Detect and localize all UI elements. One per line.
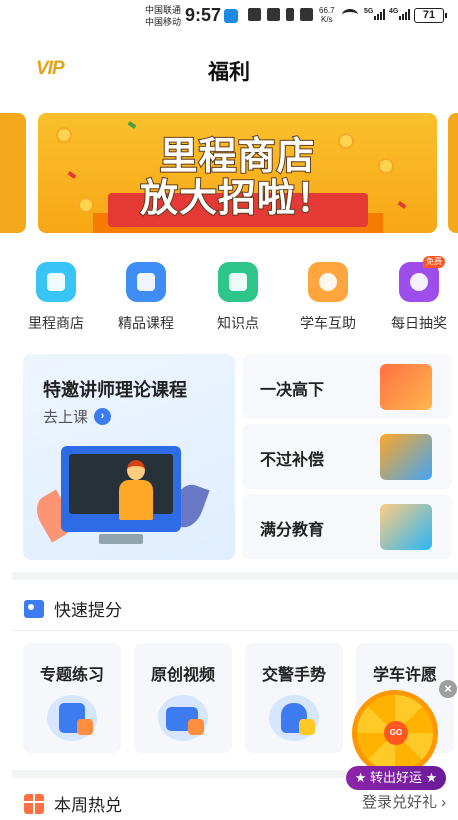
wheel-go-button[interactable]: GO bbox=[384, 721, 408, 745]
status-time: 9:57 bbox=[185, 5, 222, 25]
lucky-wheel-widget[interactable]: GO bbox=[352, 690, 438, 776]
practice-topic[interactable]: 专题练习 bbox=[23, 643, 121, 753]
notification-app-icon bbox=[224, 9, 238, 23]
welfare-page: 中国联通 中国移动 9:57 66.7 K/s 5G 4G 71 VIP 福利 bbox=[0, 0, 458, 820]
net-speed-unit: K/s bbox=[321, 15, 333, 24]
login-redeem-link[interactable]: 登录兑好礼 › bbox=[362, 791, 446, 812]
course-card-label: 一决高下 bbox=[260, 382, 325, 399]
gift-icon bbox=[24, 793, 44, 814]
video-course-icon bbox=[126, 262, 166, 302]
course-card-label: 满分教育 bbox=[260, 522, 325, 539]
pk-icon bbox=[380, 364, 432, 410]
notebook-pen-icon bbox=[47, 695, 97, 741]
status-icons bbox=[248, 8, 313, 21]
free-badge: 免费 bbox=[423, 256, 445, 268]
promo-banner[interactable]: 里程商店 放大招啦！ bbox=[38, 113, 437, 233]
practice-label: 专题练习 bbox=[39, 667, 104, 684]
open-book-icon bbox=[380, 504, 432, 550]
practice-video[interactable]: 原创视频 bbox=[134, 643, 232, 753]
go-to-class-label: 去上课 bbox=[43, 409, 89, 426]
entry-label: 知识点 bbox=[217, 315, 259, 331]
mute-icon bbox=[300, 8, 313, 21]
battery-indicator: 71 bbox=[414, 8, 447, 23]
practice-label: 原创视频 bbox=[150, 667, 215, 684]
store-icon bbox=[36, 262, 76, 302]
entry-knowledge[interactable]: 知识点 bbox=[193, 262, 283, 333]
weekly-hot-header: 本周热兑 bbox=[24, 791, 122, 816]
wifi-icon bbox=[342, 9, 358, 21]
practice-label: 学车许愿 bbox=[372, 667, 437, 684]
banner-next-peek[interactable] bbox=[448, 113, 458, 233]
video-screen-icon bbox=[158, 695, 208, 741]
entry-label: 精品课程 bbox=[118, 315, 174, 331]
car-pass-icon bbox=[380, 434, 432, 480]
practice-traffic-gesture[interactable]: 交警手势 bbox=[245, 643, 343, 753]
book-icon bbox=[218, 262, 258, 302]
signal-icon-2 bbox=[399, 9, 410, 20]
section-title: 快速提分 bbox=[54, 601, 122, 620]
course-card-compensation[interactable]: 不过补偿 bbox=[242, 424, 452, 489]
entry-premium-course[interactable]: 精品课程 bbox=[101, 262, 191, 333]
section-separator bbox=[12, 630, 458, 631]
entry-label: 学车互助 bbox=[300, 315, 356, 331]
carrier-names: 中国联通 中国移动 bbox=[145, 4, 181, 28]
close-icon[interactable]: × bbox=[439, 680, 457, 698]
quick-entry-row: 里程商店 精品课程 知识点 学车互助 免费 每日抽奖 bbox=[0, 256, 458, 333]
entry-mileage-store[interactable]: 里程商店 bbox=[11, 262, 101, 333]
net-speed: 66.7 K/s bbox=[319, 6, 335, 24]
entry-label: 里程商店 bbox=[28, 315, 84, 331]
quick-improve-header: 快速提分 bbox=[24, 596, 122, 621]
section-title: 本周热兑 bbox=[54, 796, 122, 815]
alarm-icon bbox=[267, 8, 280, 21]
arrow-right-icon: › bbox=[94, 408, 112, 425]
course-card-pk[interactable]: 一决高下 bbox=[242, 354, 452, 419]
practice-label: 交警手势 bbox=[261, 667, 326, 684]
signal-icon-1 bbox=[374, 9, 385, 20]
teacher-illustration bbox=[115, 460, 155, 522]
course-card-label: 不过补偿 bbox=[260, 452, 325, 469]
entry-daily-lottery[interactable]: 免费 每日抽奖 bbox=[374, 256, 458, 333]
chat-bubble-icon bbox=[308, 262, 348, 302]
section-divider bbox=[12, 572, 458, 580]
featured-course-card[interactable]: 特邀讲师理论课程 去上课 › bbox=[23, 354, 235, 560]
course-card-full-score[interactable]: 满分教育 bbox=[242, 494, 452, 559]
section-divider bbox=[12, 770, 346, 778]
nfc-icon bbox=[248, 8, 261, 21]
bluetooth-icon bbox=[286, 8, 294, 21]
carrier-1: 中国联通 bbox=[145, 5, 182, 15]
entry-label: 每日抽奖 bbox=[391, 315, 447, 331]
banner-headline-2: 放大招啦！ bbox=[139, 177, 335, 221]
go-to-class-link[interactable]: 去上课 › bbox=[43, 406, 112, 427]
status-bar: 中国联通 中国移动 9:57 66.7 K/s 5G 4G 71 bbox=[0, 0, 458, 34]
board-stand bbox=[99, 534, 143, 544]
network-type-2: 4G bbox=[389, 8, 399, 15]
page-title: 福利 bbox=[208, 61, 250, 84]
network-type-1: 5G bbox=[364, 8, 374, 15]
spin-luck-button[interactable]: ★ 转出好运 ★ bbox=[346, 766, 446, 790]
entry-mutual-help[interactable]: 学车互助 bbox=[283, 262, 373, 333]
net-speed-value: 66.7 bbox=[319, 6, 335, 15]
banner-prev-peek[interactable] bbox=[0, 113, 26, 233]
featured-course-title: 特邀讲师理论课程 bbox=[43, 380, 187, 400]
lucky-wheel-icon: 免费 bbox=[399, 256, 445, 302]
traffic-hand-icon bbox=[269, 695, 319, 741]
carrier-2: 中国移动 bbox=[145, 17, 182, 27]
id-card-icon bbox=[24, 599, 44, 618]
